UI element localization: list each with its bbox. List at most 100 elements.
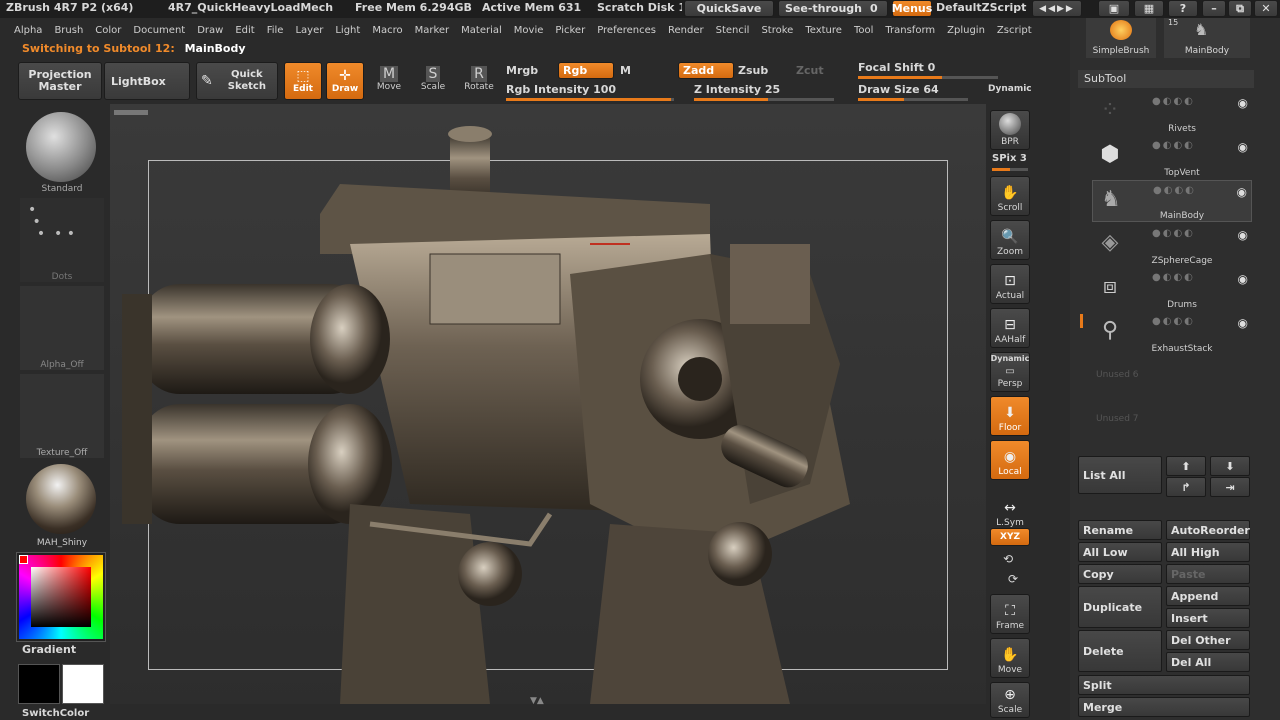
rotate-tool-button[interactable]: R Rotate: [462, 66, 496, 92]
focal-shift-slider[interactable]: Focal Shift 0: [858, 61, 935, 74]
del-all-button[interactable]: Del All: [1166, 652, 1250, 672]
spix-track[interactable]: [992, 168, 1028, 171]
all-high-button[interactable]: All High: [1166, 542, 1250, 562]
scroll-button[interactable]: ✋ Scroll: [990, 176, 1030, 216]
menu-edit[interactable]: Edit: [235, 25, 254, 36]
z-intensity-slider[interactable]: Z Intensity 25: [694, 83, 780, 96]
rotate-y-icon[interactable]: ⟲: [1003, 552, 1013, 566]
menu-brush[interactable]: Brush: [54, 25, 83, 36]
canvas[interactable]: ▼▲: [110, 104, 986, 706]
edit-button[interactable]: ⬚ Edit: [284, 62, 322, 100]
visibility-eye-icon[interactable]: ◉: [1238, 272, 1248, 286]
menu-render[interactable]: Render: [668, 25, 704, 36]
menu-file[interactable]: File: [267, 25, 284, 36]
del-other-button[interactable]: Del Other: [1166, 630, 1250, 650]
mrgb-button[interactable]: Mrgb: [506, 64, 538, 77]
stroke-slot[interactable]: • • • • • Dots: [20, 198, 104, 282]
subtool-header[interactable]: SubTool: [1078, 70, 1254, 88]
append-button[interactable]: Append: [1166, 586, 1250, 606]
move-up-right-icon[interactable]: ↱: [1166, 477, 1206, 497]
aahalf-button[interactable]: ⊟ AAHalf: [990, 308, 1030, 348]
floor-button[interactable]: ⬇ Floor: [990, 396, 1030, 436]
menu-marker[interactable]: Marker: [415, 25, 450, 36]
move-down-icon[interactable]: ⬇: [1210, 456, 1250, 476]
menu-preferences[interactable]: Preferences: [597, 25, 656, 36]
menu-draw[interactable]: Draw: [197, 25, 223, 36]
paste-button[interactable]: Paste: [1166, 564, 1250, 584]
rgb-button[interactable]: Rgb: [558, 62, 614, 79]
move-view-button[interactable]: ✋ Move: [990, 638, 1030, 678]
split-button[interactable]: Split: [1078, 675, 1250, 695]
move-up-icon[interactable]: ⬆: [1166, 456, 1206, 476]
secondary-color-swatch[interactable]: [18, 664, 60, 704]
menu-picker[interactable]: Picker: [555, 25, 585, 36]
subtool-item-mainbody[interactable]: ♞ ●◐◐◐ ◉ MainBody: [1092, 180, 1252, 222]
subtool-toggles-icon[interactable]: ●◐◐◐: [1153, 185, 1196, 196]
menu-transform[interactable]: Transform: [885, 25, 935, 36]
projection-master-button[interactable]: Projection Master: [18, 62, 102, 100]
scale-view-button[interactable]: ⊕ Scale: [990, 682, 1030, 718]
m-button[interactable]: M: [620, 64, 631, 77]
color-picker[interactable]: [16, 552, 106, 642]
zoom-button[interactable]: 🔍 Zoom: [990, 220, 1030, 260]
menu-movie[interactable]: Movie: [514, 25, 544, 36]
subtool-toggles-icon[interactable]: ●◐◐◐: [1152, 96, 1195, 107]
menu-stroke[interactable]: Stroke: [761, 25, 793, 36]
help-icon[interactable]: ?: [1168, 0, 1198, 17]
saturation-square[interactable]: [31, 567, 91, 627]
menu-stencil[interactable]: Stencil: [716, 25, 750, 36]
menu-material[interactable]: Material: [461, 25, 502, 36]
subtool-toggles-icon[interactable]: ●◐◐◐: [1152, 316, 1195, 327]
local-button[interactable]: ◉ Local: [990, 440, 1030, 480]
visibility-eye-icon[interactable]: ◉: [1238, 228, 1248, 242]
restore-icon[interactable]: ⧉: [1228, 0, 1252, 17]
simplebrush-tool[interactable]: SimpleBrush: [1086, 18, 1156, 58]
persp-button[interactable]: Dynamic ▭ Persp: [990, 352, 1030, 392]
subtool-item-drums[interactable]: ⧈ ●◐◐◐ ◉ Drums: [1092, 268, 1252, 310]
list-all-button[interactable]: List All: [1078, 456, 1162, 494]
menu-texture[interactable]: Texture: [805, 25, 842, 36]
dynamic-toggle[interactable]: Dynamic: [988, 84, 1032, 94]
zcut-button[interactable]: Zcut: [796, 64, 824, 77]
all-low-button[interactable]: All Low: [1078, 542, 1162, 562]
menu-color[interactable]: Color: [95, 25, 121, 36]
mech-model[interactable]: [110, 104, 986, 704]
actual-button[interactable]: ⊡ Actual: [990, 264, 1030, 304]
lightbox-button[interactable]: LightBox: [104, 62, 190, 100]
xyz-button[interactable]: XYZ: [990, 528, 1030, 546]
zadd-button[interactable]: Zadd: [678, 62, 734, 79]
focal-shift-track[interactable]: [858, 76, 998, 79]
draw-button[interactable]: ✛ Draw: [326, 62, 364, 100]
scale-tool-button[interactable]: S Scale: [416, 66, 450, 92]
mainbody-tool[interactable]: 15 ♞ MainBody: [1164, 18, 1250, 58]
lsym-button[interactable]: ↔ L.Sym: [990, 490, 1030, 530]
draw-size-track[interactable]: [858, 98, 968, 101]
menu-layer[interactable]: Layer: [295, 25, 323, 36]
delete-button[interactable]: Delete: [1078, 630, 1162, 672]
menu-zscript[interactable]: Zscript: [997, 25, 1032, 36]
autoreorder-button[interactable]: AutoReorder: [1166, 520, 1250, 540]
subtool-toggles-icon[interactable]: ●◐◐◐: [1152, 228, 1195, 239]
palette-icon[interactable]: ▦: [1134, 0, 1164, 17]
gradient-label[interactable]: Gradient: [22, 643, 76, 656]
subtool-item-zspherecage[interactable]: ◈ ●◐◐◐ ◉ ZSphereCage: [1092, 224, 1252, 266]
rgb-intensity-track[interactable]: [506, 98, 674, 101]
nav-arrows-icon[interactable]: ◀◀▶▶: [1032, 0, 1082, 17]
material-slot[interactable]: MAH_Shiny: [20, 462, 104, 548]
alpha-slot[interactable]: Alpha_Off: [20, 286, 104, 370]
move-right-icon[interactable]: ⇥: [1210, 477, 1250, 497]
spix-slider[interactable]: SPix 3: [992, 153, 1027, 164]
rotate-z-icon[interactable]: ⟳: [1008, 572, 1018, 586]
visibility-eye-icon[interactable]: ◉: [1238, 96, 1248, 110]
menu-macro[interactable]: Macro: [372, 25, 402, 36]
texture-slot[interactable]: Texture_Off: [20, 374, 104, 458]
subtool-toggles-icon[interactable]: ●◐◐◐: [1152, 140, 1195, 151]
layout-icon[interactable]: ▣: [1098, 0, 1130, 17]
menu-zplugin[interactable]: Zplugin: [947, 25, 985, 36]
switchcolor-button[interactable]: SwitchColor: [22, 708, 89, 719]
frame-button[interactable]: ⛶ Frame: [990, 594, 1030, 634]
see-through-slider[interactable]: See-through 0: [778, 0, 888, 17]
subtool-item-topvent[interactable]: ⬢ ●◐◐◐ ◉ TopVent: [1092, 136, 1252, 178]
z-intensity-track[interactable]: [694, 98, 834, 101]
draw-size-slider[interactable]: Draw Size 64: [858, 83, 939, 96]
